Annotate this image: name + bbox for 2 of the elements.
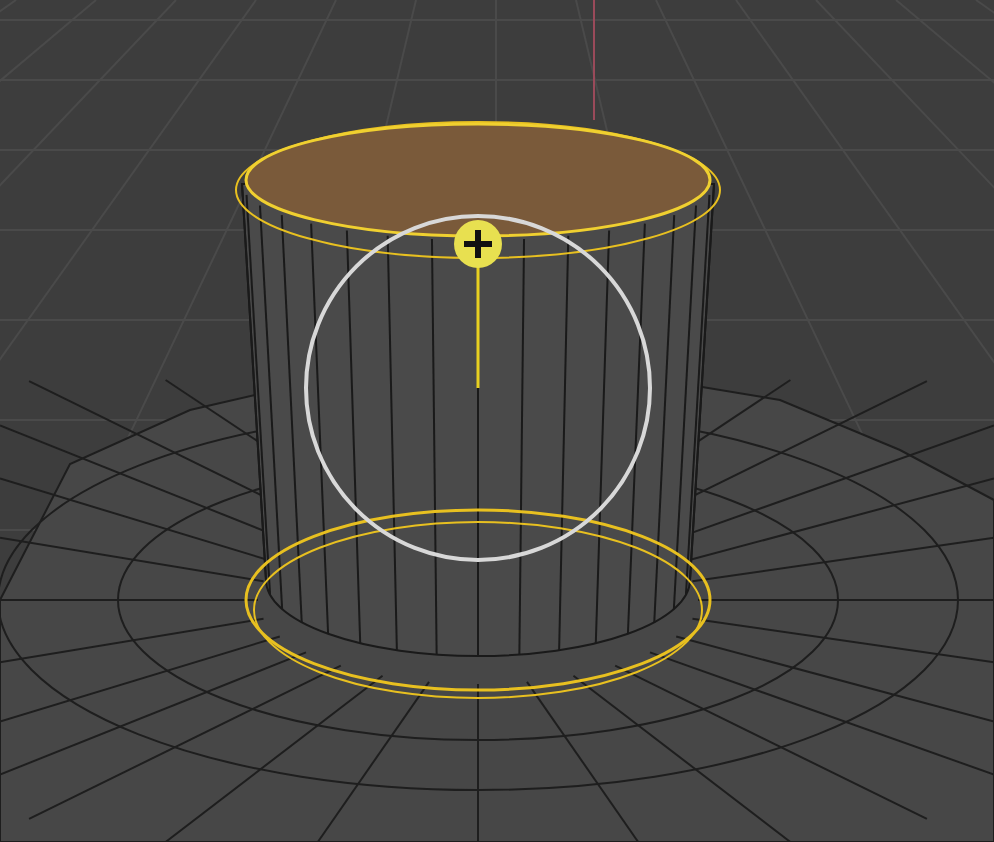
z-axis-line xyxy=(593,0,595,121)
move-handle-icon[interactable] xyxy=(454,220,502,388)
